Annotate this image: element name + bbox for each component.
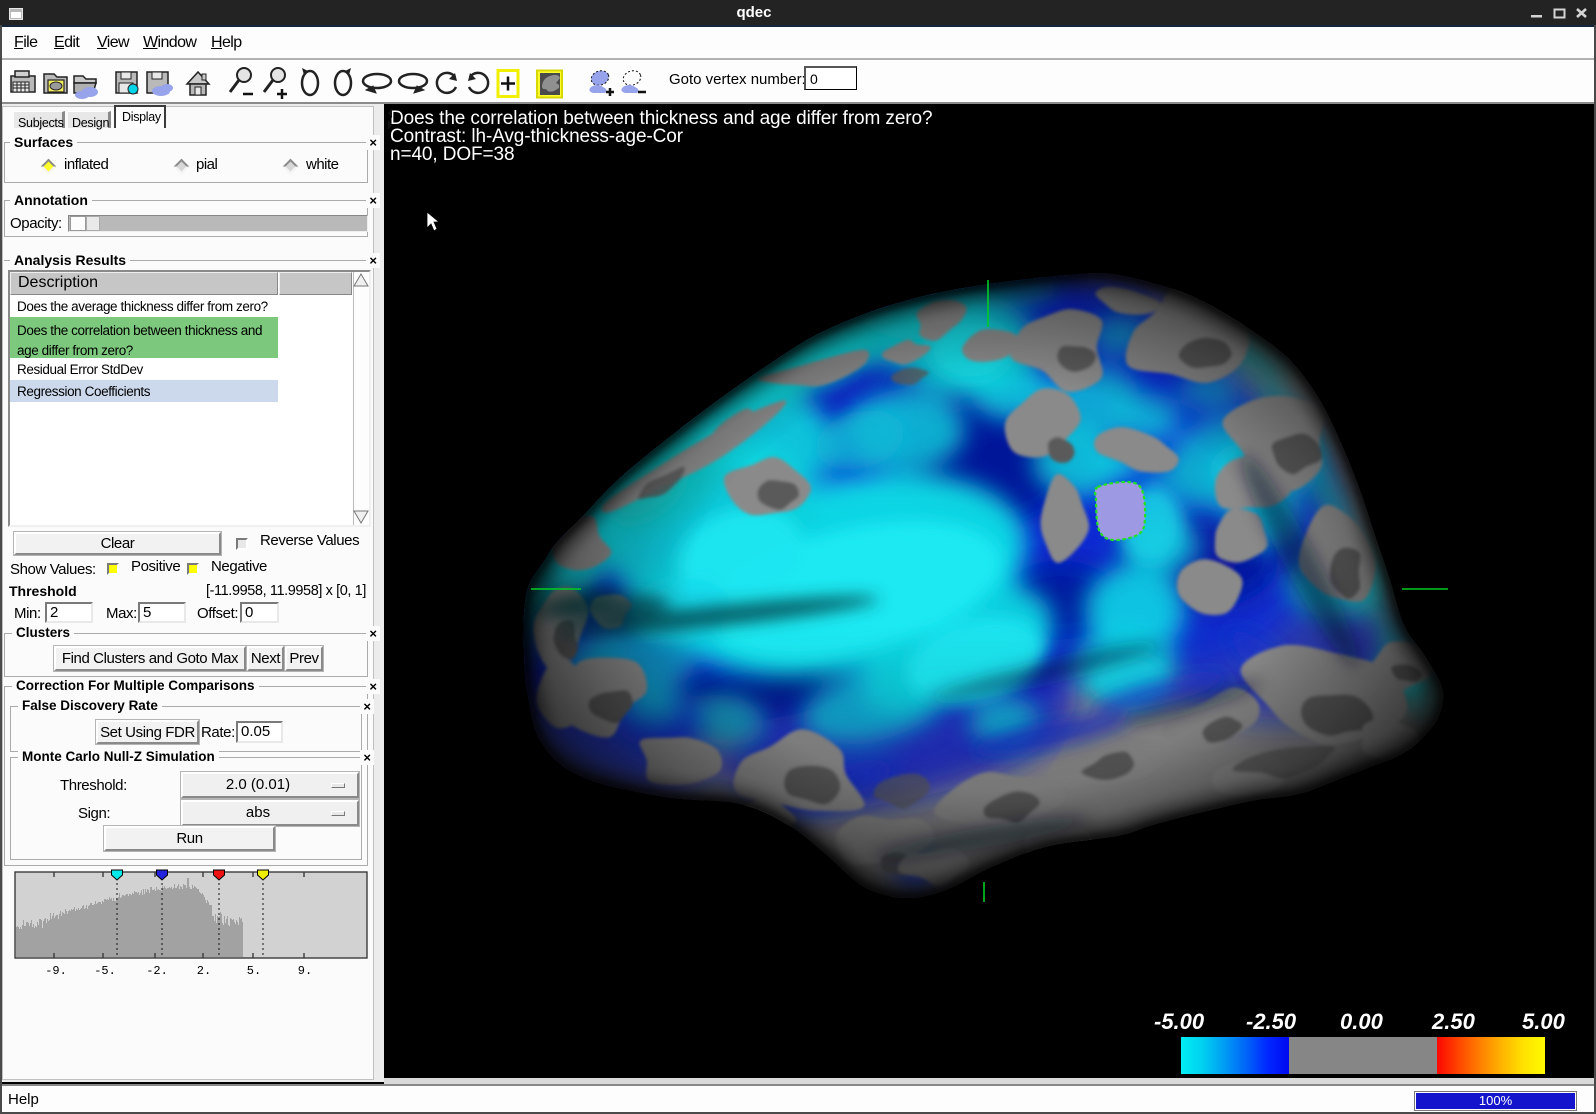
svg-text:-9.: -9. xyxy=(45,964,67,978)
svg-text:9.: 9. xyxy=(298,964,312,978)
svg-text:5.: 5. xyxy=(247,964,261,978)
svg-text:2.: 2. xyxy=(197,964,211,978)
svg-text:-2.: -2. xyxy=(146,964,168,978)
svg-text:-5.: -5. xyxy=(94,964,116,978)
